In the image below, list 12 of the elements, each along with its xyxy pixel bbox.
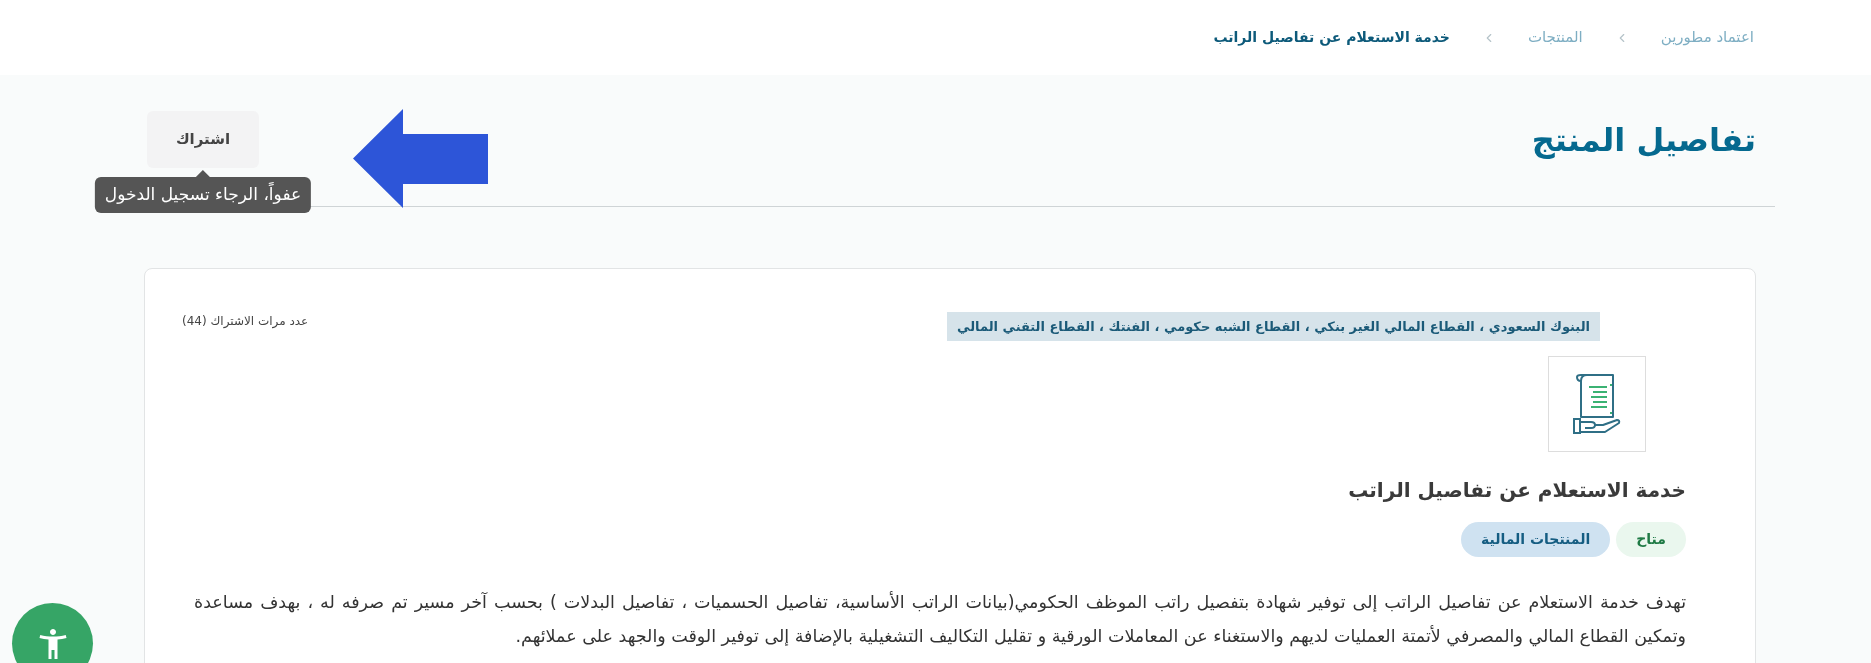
sector-tag: البنوك السعودي ، القطاع المالي الغير بنكي ، القطاع الشبه حكومي ، الفنتك ، القطاع التقني المالي xyxy=(947,312,1600,341)
product-name: خدمة الاستعلام عن تفاصيل الراتب xyxy=(1347,477,1686,504)
breadcrumb-link[interactable]: خدمة الاستعلام عن تفاصيل الراتب xyxy=(1213,27,1450,48)
subscription-count: عدد مرات الاشتراك (44) xyxy=(182,313,309,330)
tooltip: عفواً، الرجاء تسجيل الدخول xyxy=(94,170,312,213)
product-badge: متاح xyxy=(1616,522,1686,557)
subscribe-button[interactable]: اشتراك xyxy=(147,111,259,168)
product-description: تهدف خدمة الاستعلام عن تفاصيل الراتب إلى توفير شهادة بتفصيل راتب الموظف الحكومي(بيانات الراتب الأساسية، تفاصيل الحسميات ، تفاصيل البدلات ) بحسب آخر مسير تم صرفه له ، بهدف مساعدة وتمكين القطاع المالي والمصرفي لأتمتة العمليات لديهم والاستغناء عن المعاملات الورقية و تقليل التكاليف التشغيلية بالإضافة إلى توفير الوقت والجهد على عملائهم. xyxy=(194,590,1686,649)
document-hand-icon xyxy=(1573,373,1621,435)
accessibility-button[interactable] xyxy=(12,603,93,663)
page-title: تفاصيل المنتج xyxy=(1531,119,1756,161)
product-badge: المنتجات المالية xyxy=(1460,522,1611,557)
